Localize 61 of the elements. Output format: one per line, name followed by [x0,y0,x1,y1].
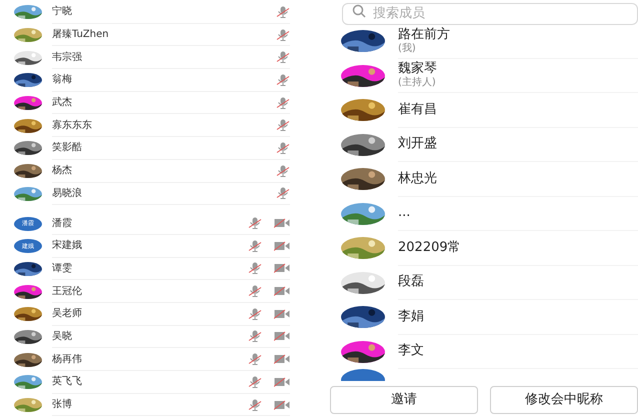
member-name: 韦宗强 [52,50,83,65]
member-name: 崔有昌 [398,102,438,118]
muted-microphone-icon[interactable] [248,217,262,230]
camera-off-icon[interactable] [274,263,290,274]
camera-off-icon[interactable] [274,308,290,319]
muted-microphone-icon[interactable] [276,96,290,109]
muted-microphone-icon[interactable] [248,330,262,342]
camera-off-icon[interactable] [274,286,290,296]
camera-off-icon[interactable] [274,218,290,228]
member-role: (我) [398,42,417,55]
member-name: 李娟 [398,308,425,325]
member-name: 路在前方 [398,26,451,42]
member-name: 吴老师 [52,306,83,322]
muted-microphone-icon[interactable] [276,28,290,41]
member-name: 杨杰 [52,164,73,178]
camera-off-icon[interactable] [274,331,290,342]
action-button[interactable]: 修改会中昵称 [490,386,638,414]
member-name: ... [398,205,412,222]
member-name: 吴晓 [52,330,73,344]
muted-microphone-icon[interactable] [248,398,262,411]
member-name: 寡东东东 [52,118,93,133]
muted-microphone-icon[interactable] [248,240,262,252]
member-role: (主持人) [398,77,437,90]
member-name: 刘开盛 [398,136,438,152]
muted-microphone-icon[interactable] [248,353,262,366]
member-name: 魏家琴 [398,61,438,76]
member-name: 宋建娥 [52,238,83,254]
muted-microphone-icon[interactable] [248,262,262,274]
muted-microphone-icon[interactable] [276,51,290,64]
member-name: 宁晓 [52,4,73,20]
muted-microphone-icon[interactable] [276,187,290,200]
muted-microphone-icon[interactable] [276,119,290,132]
member-name: 笑影酷 [52,140,83,156]
muted-microphone-icon[interactable] [276,74,290,86]
member-name: 202209常 [398,240,462,256]
member-name: 谭雯 [52,262,73,276]
muted-microphone-icon[interactable] [276,164,290,177]
member-name: 张博 [52,398,73,412]
member-name: 李文 [398,343,425,360]
member-name: 潘霞 [52,216,73,231]
camera-off-icon[interactable] [274,240,290,251]
action-button[interactable]: 邀请 [330,386,478,414]
muted-microphone-icon[interactable] [276,142,290,154]
member-name: 武杰 [52,96,73,110]
camera-off-icon[interactable] [274,354,290,364]
member-name: 杨再伟 [52,352,83,367]
camera-off-icon[interactable] [274,400,290,410]
member-name: 英飞飞 [52,374,83,390]
muted-microphone-icon[interactable] [248,308,262,320]
muted-microphone-icon[interactable] [276,6,290,18]
muted-microphone-icon[interactable] [248,376,262,388]
member-name: 易晓浪 [52,186,83,201]
member-name: 林忠光 [398,170,438,187]
member-name: 王冠伦 [52,284,83,299]
member-name: 屠臻TuZhen [52,28,110,42]
member-name: 段磊 [398,274,425,290]
search-icon [352,4,366,18]
camera-off-icon[interactable] [274,376,290,387]
muted-microphone-icon[interactable] [248,285,262,298]
member-name: 翁梅 [52,72,73,88]
search-field[interactable]: 搜索成员 [342,2,638,24]
